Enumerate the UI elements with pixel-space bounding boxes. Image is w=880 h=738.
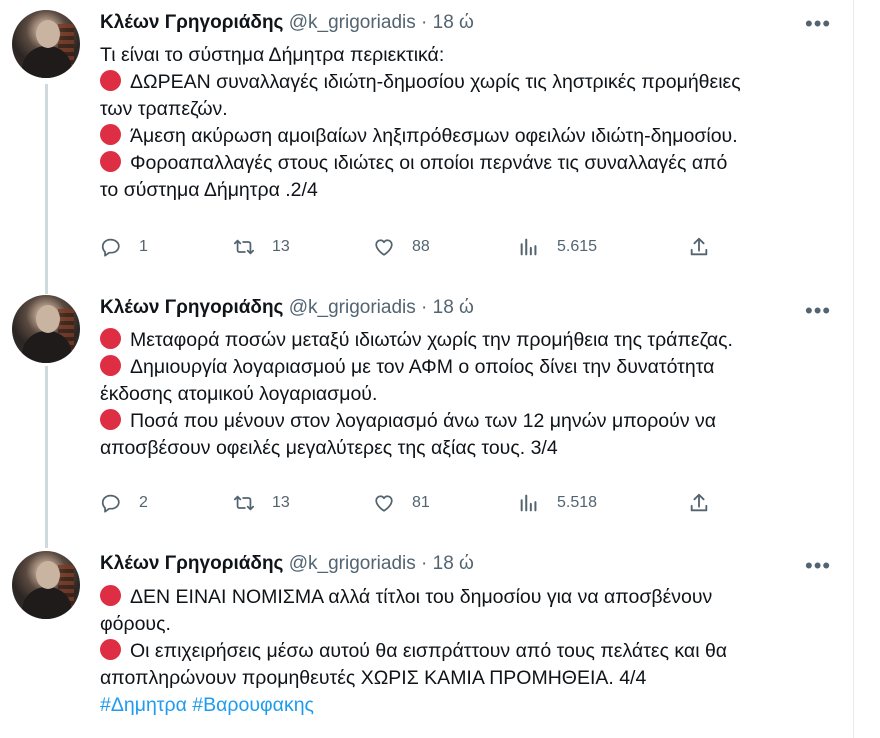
tweet-line: έκδοσης ατομικού λογαριασμού. bbox=[100, 383, 378, 405]
tweet-line: φόρους. bbox=[100, 613, 171, 635]
thread-line bbox=[45, 84, 48, 280]
red-circle-emoji-icon bbox=[100, 585, 121, 606]
tweet[interactable]: Κλέων Γρηγοριάδης @k_grigoriadis · 18 ώ … bbox=[0, 280, 854, 542]
views-icon bbox=[520, 494, 537, 512]
tweet-header: Κλέων Γρηγοριάδης @k_grigoriadis · 18 ώ bbox=[100, 296, 474, 320]
tweet-text: Μεταφορά ποσών μεταξύ ιδιωτών χωρίς την … bbox=[100, 327, 830, 462]
reply-icon bbox=[101, 238, 120, 257]
views-count: 5.518 bbox=[557, 494, 598, 511]
thread-line bbox=[45, 542, 48, 548]
tweet-line: ΔΩΡΕΑΝ συναλλαγές ιδιώτη-δημοσίου χωρίς … bbox=[100, 69, 830, 96]
like-count: 88 bbox=[412, 238, 430, 255]
timestamp[interactable]: 18 ώ bbox=[433, 12, 474, 33]
tweet-line: Οι επιχειρήσεις μέσω αυτού θα εισπράττου… bbox=[100, 638, 830, 665]
author-handle[interactable]: @k_grigoriadis bbox=[289, 297, 416, 318]
share-icon bbox=[690, 493, 708, 512]
author-name[interactable]: Κλέων Γρηγοριάδης bbox=[100, 297, 283, 318]
thread-line bbox=[45, 280, 48, 294]
tweet-line: αποπληρώνουν προμηθευτές ΧΩΡΙΣ ΚΑΜΙΑ ΠΡΟ… bbox=[100, 667, 647, 689]
tweet-line: Φοροαπαλλαγές στους ιδιώτες οι οποίοι πε… bbox=[100, 150, 830, 177]
retweet-button[interactable]: 13 bbox=[233, 235, 290, 259]
more-options-icon[interactable]: ••• bbox=[805, 13, 830, 41]
thread-line bbox=[45, 366, 48, 542]
tweet-line: Ποσά που μένουν στον λογαριασμό άνω των … bbox=[100, 408, 830, 435]
author-name[interactable]: Κλέων Γρηγοριάδης bbox=[100, 12, 283, 33]
separator: · bbox=[421, 553, 428, 574]
like-icon bbox=[375, 495, 393, 512]
views-button[interactable]: 5.518 bbox=[518, 491, 597, 515]
timestamp[interactable]: 18 ώ bbox=[433, 297, 474, 318]
share-button[interactable] bbox=[688, 235, 710, 259]
tweet-actions: 2 13 81 5.518 bbox=[100, 491, 720, 515]
avatar[interactable] bbox=[12, 295, 80, 363]
red-circle-emoji-icon bbox=[100, 639, 121, 660]
tweet-line: αποσβέσουν οφειλές μεγαλύτερες της αξίας… bbox=[100, 437, 558, 459]
tweet-text: Τι είναι το σύστημα Δήμητρα περιεκτικά: … bbox=[100, 42, 830, 204]
tweet[interactable]: Κλέων Γρηγοριάδης @k_grigoriadis · 18 ώ … bbox=[0, 542, 854, 738]
retweet-button[interactable]: 13 bbox=[233, 491, 290, 515]
separator: · bbox=[421, 12, 428, 33]
red-circle-emoji-icon bbox=[100, 328, 121, 349]
reply-button[interactable]: 2 bbox=[100, 491, 148, 515]
like-button[interactable]: 81 bbox=[373, 491, 430, 515]
tweet-line: Τι είναι το σύστημα Δήμητρα περιεκτικά: bbox=[100, 44, 445, 66]
more-options-icon[interactable]: ••• bbox=[805, 555, 830, 583]
avatar[interactable] bbox=[12, 10, 80, 78]
red-circle-emoji-icon bbox=[100, 124, 121, 145]
retweet-icon bbox=[233, 495, 255, 511]
tweet-line: το σύστημα Δήμητρα .2/4 bbox=[100, 179, 318, 201]
reply-count: 2 bbox=[139, 494, 148, 511]
avatar[interactable] bbox=[12, 551, 80, 619]
hashtag-link[interactable]: #Δημητρα bbox=[100, 694, 187, 716]
author-handle[interactable]: @k_grigoriadis bbox=[289, 12, 416, 33]
reply-count: 1 bbox=[139, 238, 148, 255]
retweet-icon bbox=[233, 239, 255, 255]
tweet-actions: 1 13 88 5.615 bbox=[100, 235, 720, 259]
red-circle-emoji-icon bbox=[100, 409, 121, 430]
tweet-line: Άμεση ακύρωση αμοιβαίων ληξιπρόθεσμων οφ… bbox=[100, 123, 830, 150]
tweet[interactable]: Κλέων Γρηγοριάδης @k_grigoriadis · 18 ώ … bbox=[0, 0, 854, 280]
tweet-text: ΔΕΝ ΕΙΝΑΙ ΝΟΜΙΣΜΑ αλλά τίτλοι του δημοσί… bbox=[100, 584, 830, 719]
views-button[interactable]: 5.615 bbox=[518, 235, 597, 259]
like-button[interactable]: 88 bbox=[373, 235, 430, 259]
more-options-icon[interactable]: ••• bbox=[805, 300, 830, 328]
red-circle-emoji-icon bbox=[100, 355, 121, 376]
share-icon bbox=[690, 237, 708, 256]
tweet-header: Κλέων Γρηγοριάδης @k_grigoriadis · 18 ώ bbox=[100, 11, 474, 35]
tweet-line: Δημιουργία λογαριασμού με τον ΑΦΜ ο οποί… bbox=[100, 354, 830, 381]
retweet-count: 13 bbox=[272, 494, 290, 511]
retweet-count: 13 bbox=[272, 238, 290, 255]
share-button[interactable] bbox=[688, 491, 710, 515]
like-icon bbox=[375, 239, 393, 256]
views-icon bbox=[520, 238, 537, 256]
author-handle[interactable]: @k_grigoriadis bbox=[289, 553, 416, 574]
reply-button[interactable]: 1 bbox=[100, 235, 148, 259]
hashtag-line: #Δημητρα #Βαρουφακης bbox=[100, 692, 830, 719]
reply-icon bbox=[101, 494, 120, 513]
author-name[interactable]: Κλέων Γρηγοριάδης bbox=[100, 553, 283, 574]
separator: · bbox=[421, 297, 428, 318]
hashtag-link[interactable]: #Βαρουφακης bbox=[192, 694, 314, 716]
tweet-header: Κλέων Γρηγοριάδης @k_grigoriadis · 18 ώ bbox=[100, 552, 474, 576]
red-circle-emoji-icon bbox=[100, 151, 121, 172]
like-count: 81 bbox=[412, 494, 430, 511]
red-circle-emoji-icon bbox=[100, 70, 121, 91]
views-count: 5.615 bbox=[557, 238, 598, 255]
tweet-line: των τραπεζών. bbox=[100, 98, 228, 120]
tweet-line: Μεταφορά ποσών μεταξύ ιδιωτών χωρίς την … bbox=[100, 327, 830, 354]
timestamp[interactable]: 18 ώ bbox=[433, 553, 474, 574]
tweet-line: ΔΕΝ ΕΙΝΑΙ ΝΟΜΙΣΜΑ αλλά τίτλοι του δημοσί… bbox=[100, 584, 830, 611]
